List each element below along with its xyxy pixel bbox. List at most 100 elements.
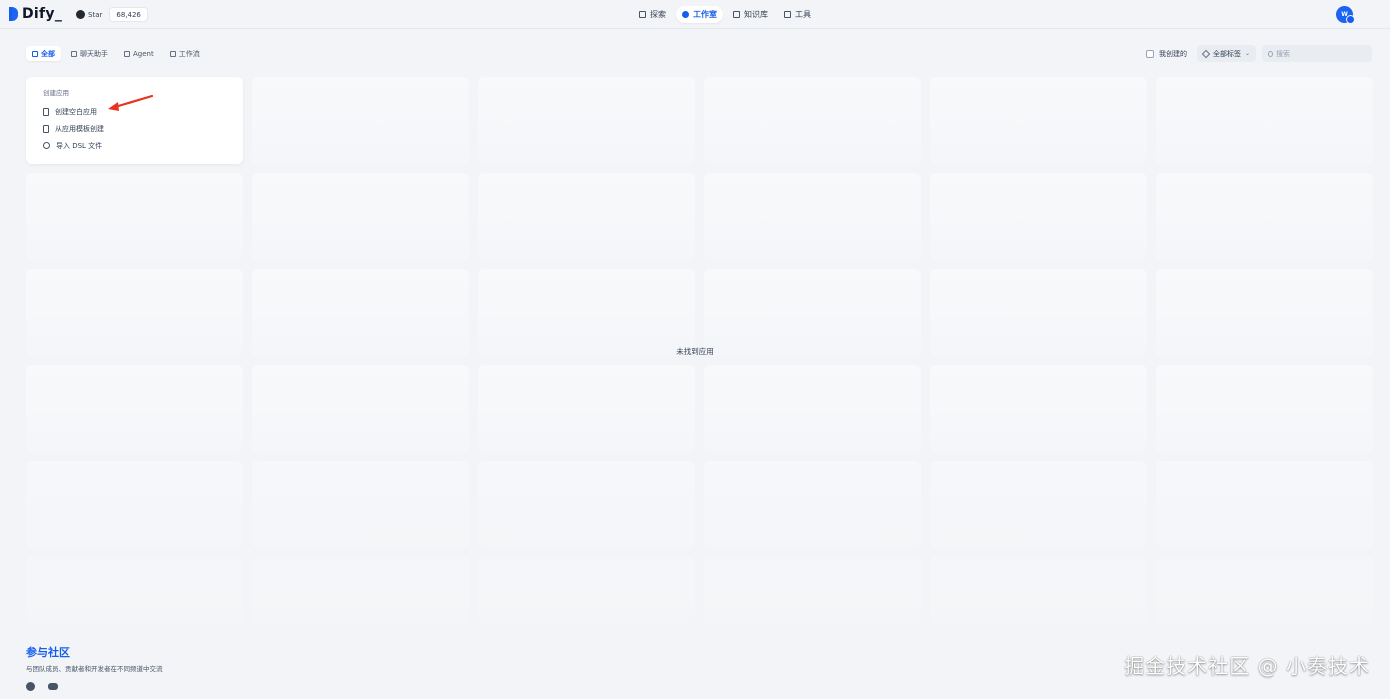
placeholder-card bbox=[252, 557, 469, 625]
create-from-template-label: 从应用模板创建 bbox=[55, 124, 104, 133]
dify-logo[interactable]: Dify_ bbox=[9, 6, 62, 22]
github-icon bbox=[76, 10, 85, 19]
nav-knowledge-label: 知识库 bbox=[744, 10, 768, 19]
placeholder-card bbox=[478, 461, 695, 548]
community-section: 参与社区 与团队成员、贡献者和开发者在不同频道中交流 bbox=[26, 644, 163, 691]
placeholder-card bbox=[252, 77, 469, 164]
search-input[interactable] bbox=[1276, 49, 1366, 58]
placeholder-card bbox=[704, 365, 921, 452]
tab-all[interactable]: 全部 bbox=[26, 46, 61, 61]
placeholder-card bbox=[930, 173, 1147, 260]
studio-icon bbox=[682, 11, 689, 18]
placeholder-card bbox=[478, 77, 695, 164]
placeholder-card bbox=[1156, 557, 1373, 625]
import-icon bbox=[43, 142, 50, 149]
create-app-card: 创建应用 创建空白应用 从应用模板创建 导入 DSL 文件 bbox=[26, 77, 243, 164]
github-icon[interactable] bbox=[26, 682, 35, 691]
search-box[interactable] bbox=[1262, 45, 1372, 62]
tab-workflow[interactable]: 工作流 bbox=[164, 46, 206, 61]
tab-all-label: 全部 bbox=[41, 49, 55, 58]
placeholder-card bbox=[1156, 173, 1373, 260]
placeholder-card bbox=[478, 173, 695, 260]
logo-text: Dify_ bbox=[22, 6, 63, 22]
tab-agent-label: Agent bbox=[133, 49, 154, 58]
main-nav: 探索 工作室 知识库 工具 bbox=[633, 6, 821, 23]
chevron-down-icon: ⌄ bbox=[1244, 50, 1250, 57]
import-dsl-button[interactable]: 导入 DSL 文件 bbox=[43, 137, 226, 154]
nav-tools[interactable]: 工具 bbox=[778, 6, 817, 23]
compass-icon bbox=[639, 11, 646, 18]
placeholder-card bbox=[252, 269, 469, 356]
placeholder-card bbox=[26, 269, 243, 356]
placeholder-card bbox=[930, 77, 1147, 164]
nav-studio-label: 工作室 bbox=[693, 10, 717, 19]
tab-chat-assistant[interactable]: 聊天助手 bbox=[65, 46, 114, 61]
placeholder-card bbox=[704, 77, 921, 164]
placeholder-card bbox=[704, 557, 921, 625]
placeholder-card bbox=[26, 461, 243, 548]
hammer-icon bbox=[784, 11, 791, 18]
create-blank-app-label: 创建空白应用 bbox=[55, 107, 97, 116]
placeholder-card bbox=[704, 173, 921, 260]
placeholder-card bbox=[1156, 461, 1373, 548]
placeholder-card bbox=[478, 269, 695, 356]
annotation-arrow-icon bbox=[108, 94, 154, 111]
nav-tools-label: 工具 bbox=[795, 10, 811, 19]
placeholder-card bbox=[930, 365, 1147, 452]
grid-icon bbox=[32, 50, 38, 57]
placeholder-card bbox=[478, 365, 695, 452]
placeholder-card bbox=[252, 173, 469, 260]
tag-filter-dropdown[interactable]: 全部标签 ⌄ bbox=[1196, 45, 1256, 62]
placeholder-card bbox=[1156, 77, 1373, 164]
book-icon bbox=[733, 11, 740, 18]
placeholder-card bbox=[478, 557, 695, 625]
placeholder-card bbox=[930, 269, 1147, 356]
created-by-me-checkbox[interactable] bbox=[1145, 49, 1154, 58]
placeholder-card bbox=[930, 461, 1147, 548]
search-icon bbox=[1268, 50, 1273, 57]
community-description: 与团队成员、贡献者和开发者在不同频道中交流 bbox=[26, 665, 163, 673]
nav-knowledge[interactable]: 知识库 bbox=[727, 6, 774, 23]
placeholder-card bbox=[1156, 269, 1373, 356]
placeholder-card bbox=[252, 461, 469, 548]
tag-filter-label: 全部标签 bbox=[1212, 49, 1241, 58]
blank-doc-icon bbox=[43, 107, 49, 116]
empty-state-message: 未找到应用 bbox=[676, 347, 714, 356]
nav-explore[interactable]: 探索 bbox=[633, 6, 672, 23]
placeholder-card bbox=[26, 173, 243, 260]
workflow-icon bbox=[169, 50, 176, 57]
placeholder-card bbox=[930, 557, 1147, 625]
nav-studio[interactable]: 工作室 bbox=[676, 6, 723, 23]
top-bar: Dify_ Star 68,426 探索 工作室 知识库 工具 W bbox=[0, 0, 1390, 29]
watermark: 掘金技术社区 @ 小奏技术 bbox=[1124, 654, 1370, 678]
import-dsl-label: 导入 DSL 文件 bbox=[56, 141, 103, 150]
user-avatar[interactable]: W bbox=[1336, 6, 1355, 24]
create-from-template-button[interactable]: 从应用模板创建 bbox=[43, 120, 226, 137]
created-by-me-label: 我创建的 bbox=[1158, 49, 1187, 58]
tab-workflow-label: 工作流 bbox=[178, 49, 200, 58]
placeholder-card bbox=[1156, 365, 1373, 452]
placeholder-card bbox=[704, 461, 921, 548]
placeholder-card bbox=[252, 365, 469, 452]
chat-icon bbox=[71, 50, 77, 57]
avatar-initial: W bbox=[1341, 11, 1348, 18]
created-by-me-filter[interactable]: 我创建的 bbox=[1145, 49, 1187, 59]
agent-icon bbox=[124, 50, 130, 57]
github-star-label: Star bbox=[88, 10, 103, 19]
filters-bar: 我创建的 全部标签 ⌄ bbox=[1145, 45, 1372, 62]
placeholder-card bbox=[704, 269, 921, 356]
discord-icon[interactable] bbox=[48, 683, 58, 690]
dify-logo-icon bbox=[9, 7, 18, 21]
placeholder-card bbox=[26, 365, 243, 452]
app-type-tabs: 全部 聊天助手 Agent 工作流 bbox=[26, 46, 210, 61]
tab-chat-label: 聊天助手 bbox=[80, 49, 108, 58]
placeholder-card bbox=[26, 557, 243, 625]
tag-icon bbox=[1201, 49, 1211, 58]
community-links bbox=[26, 682, 163, 691]
github-star-button[interactable]: Star 68,426 bbox=[72, 7, 148, 22]
tab-agent[interactable]: Agent bbox=[118, 46, 160, 61]
nav-explore-label: 探索 bbox=[650, 10, 666, 19]
community-title: 参与社区 bbox=[26, 646, 70, 659]
github-star-count: 68,426 bbox=[109, 7, 148, 22]
template-icon bbox=[43, 124, 49, 133]
